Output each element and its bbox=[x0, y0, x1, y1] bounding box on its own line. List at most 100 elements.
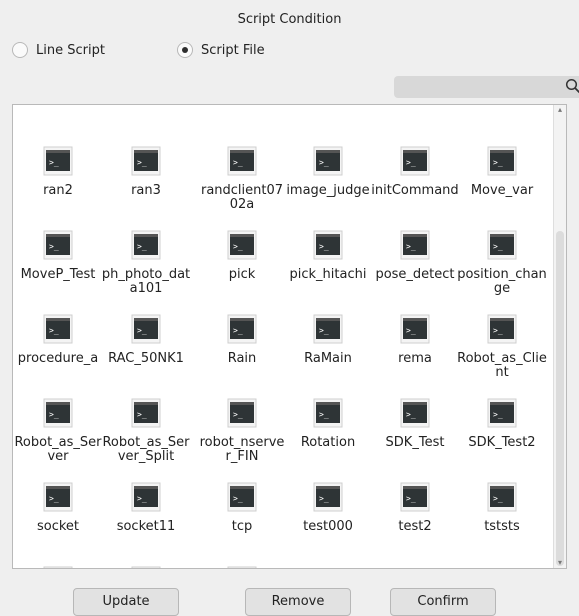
script-file-icon: >_ bbox=[131, 146, 161, 176]
script-file-icon: >_ bbox=[313, 314, 343, 344]
script-file-label: Rotation bbox=[300, 435, 356, 450]
script-file-item[interactable]: >_ image_judge bbox=[283, 146, 373, 198]
script-file-item[interactable]: >_ socket11 bbox=[101, 482, 191, 534]
script-file-label: ran3 bbox=[131, 183, 161, 198]
script-file-icon: >_ bbox=[487, 398, 517, 428]
radio-script-file[interactable]: Script File bbox=[177, 42, 265, 58]
scroll-down-icon[interactable]: ▾ bbox=[557, 559, 563, 567]
svg-text:>_: >_ bbox=[49, 158, 59, 167]
script-file-item[interactable]: >_tcp bbox=[197, 482, 287, 534]
svg-text:>_: >_ bbox=[319, 494, 329, 503]
script-file-item[interactable]: >_ initCommand bbox=[370, 146, 460, 198]
script-file-label: SDK_Test2 bbox=[468, 435, 536, 450]
script-file-icon: >_ bbox=[313, 230, 343, 260]
svg-text:>_: >_ bbox=[493, 494, 503, 503]
script-file-label: image_judge bbox=[286, 183, 370, 198]
script-file-label: ran2 bbox=[43, 183, 73, 198]
script-file-label: socket11 bbox=[116, 519, 176, 534]
script-file-item[interactable]: >_ test000 bbox=[283, 482, 373, 534]
radio-line-script[interactable]: Line Script bbox=[12, 42, 105, 58]
file-list-panel[interactable]: >_ ran2 >_ ran3 >_ randclient0702a >_ image_jud… bbox=[12, 104, 567, 569]
svg-text:>_: >_ bbox=[319, 158, 329, 167]
script-file-icon: >_ bbox=[400, 314, 430, 344]
script-file-label: pose_detect bbox=[375, 267, 455, 282]
script-file-item[interactable]: >_ SDK_Test bbox=[370, 398, 460, 450]
script-file-item[interactable]: >_ position_change bbox=[457, 230, 547, 296]
script-file-item[interactable]: >_ pick bbox=[197, 230, 287, 282]
script-file-icon: >_ bbox=[400, 482, 430, 512]
script-file-item[interactable]: >_ MoveP_Test bbox=[13, 230, 103, 282]
script-file-icon: >_ bbox=[43, 230, 73, 260]
svg-text:>_: >_ bbox=[233, 494, 243, 503]
svg-text:>_: >_ bbox=[406, 494, 416, 503]
search-icon[interactable] bbox=[565, 78, 579, 94]
script-file-item[interactable]: >_ pose_detect bbox=[370, 230, 460, 282]
script-file-icon: >_ bbox=[131, 314, 161, 344]
script-file-label: position_change bbox=[457, 267, 547, 296]
svg-text:>_: >_ bbox=[319, 326, 329, 335]
script-file-item[interactable]: >_ ran3 bbox=[101, 146, 191, 198]
script-file-icon: >_ bbox=[400, 146, 430, 176]
svg-text:>_: >_ bbox=[49, 410, 59, 419]
script-file-item[interactable]: >_ ran2 bbox=[13, 146, 103, 198]
scrollbar-thumb[interactable] bbox=[556, 231, 564, 566]
script-file-item[interactable]: >_ Robot_as_Client bbox=[457, 314, 547, 380]
script-file-item[interactable]: >_ RAC_50NK1 bbox=[101, 314, 191, 366]
script-file-item[interactable]: >_ robot_nserver_FIN bbox=[197, 398, 287, 464]
radio-label-line-script: Line Script bbox=[36, 42, 105, 58]
svg-text:>_: >_ bbox=[137, 326, 147, 335]
svg-text:>_: >_ bbox=[406, 158, 416, 167]
script-file-item[interactable]: >_zhixiancs bbox=[197, 566, 287, 568]
script-file-label: socket bbox=[36, 519, 80, 534]
svg-text:>_: >_ bbox=[137, 410, 147, 419]
script-file-icon: >_ bbox=[487, 314, 517, 344]
script-file-item[interactable]: >_ pick_hitachi bbox=[283, 230, 373, 282]
update-button[interactable]: Update bbox=[73, 588, 179, 616]
script-file-item[interactable]: >_ randclient0702a bbox=[197, 146, 287, 212]
script-file-item[interactable]: >_ procedure_a bbox=[13, 314, 103, 366]
script-file-item[interactable]: >_ tststs bbox=[457, 482, 547, 534]
script-file-item[interactable]: >_ test2 bbox=[370, 482, 460, 534]
script-file-icon: >_ bbox=[313, 146, 343, 176]
svg-text:>_: >_ bbox=[233, 410, 243, 419]
script-file-label: tcp bbox=[231, 519, 253, 534]
script-file-item[interactable]: >_ Rotation bbox=[283, 398, 373, 450]
script-file-item[interactable]: >_ Robot_as_Server_Split bbox=[101, 398, 191, 464]
svg-text:>_: >_ bbox=[233, 158, 243, 167]
script-file-item[interactable]: >_untitled1 bbox=[101, 566, 191, 568]
svg-text:>_: >_ bbox=[406, 410, 416, 419]
svg-text:>_: >_ bbox=[493, 410, 503, 419]
svg-text:>_: >_ bbox=[233, 326, 243, 335]
script-file-label: randclient0702a bbox=[200, 183, 284, 212]
vertical-scrollbar[interactable]: ▴ ▾ bbox=[553, 105, 566, 568]
script-file-icon: >_ bbox=[400, 230, 430, 260]
script-file-icon: >_ bbox=[487, 230, 517, 260]
confirm-button[interactable]: Confirm bbox=[390, 588, 496, 616]
svg-text:>_: >_ bbox=[49, 326, 59, 335]
script-file-item[interactable]: >_ rema bbox=[370, 314, 460, 366]
script-file-item[interactable]: >_untitled bbox=[13, 566, 103, 568]
script-file-item[interactable]: >_ SDK_Test2 bbox=[457, 398, 547, 450]
script-file-item[interactable]: >_ Move_var bbox=[457, 146, 547, 198]
script-file-label: Rain bbox=[227, 351, 257, 366]
script-file-item[interactable]: >_ socket bbox=[13, 482, 103, 534]
svg-text:>_: >_ bbox=[493, 158, 503, 167]
script-file-icon: >_ bbox=[227, 566, 257, 568]
svg-text:>_: >_ bbox=[493, 326, 503, 335]
scroll-up-icon[interactable]: ▴ bbox=[557, 106, 563, 114]
search-input[interactable] bbox=[394, 76, 579, 98]
script-file-label: robot_nserver_FIN bbox=[199, 435, 285, 464]
script-file-label: test2 bbox=[398, 519, 432, 534]
script-file-icon: >_ bbox=[487, 482, 517, 512]
script-file-item[interactable]: >_ Robot_as_Server bbox=[13, 398, 103, 464]
svg-text:>_: >_ bbox=[137, 494, 147, 503]
remove-button[interactable]: Remove bbox=[245, 588, 351, 616]
script-file-item[interactable]: >_ ph_photo_data101 bbox=[101, 230, 191, 296]
script-file-item[interactable]: >_ Rain bbox=[197, 314, 287, 366]
svg-text:>_: >_ bbox=[406, 326, 416, 335]
script-file-icon: >_ bbox=[227, 482, 257, 512]
script-file-label: Robot_as_Server_Split bbox=[102, 435, 190, 464]
svg-text:>_: >_ bbox=[319, 410, 329, 419]
script-file-item[interactable]: >_ RaMain bbox=[283, 314, 373, 366]
script-file-icon: >_ bbox=[400, 398, 430, 428]
